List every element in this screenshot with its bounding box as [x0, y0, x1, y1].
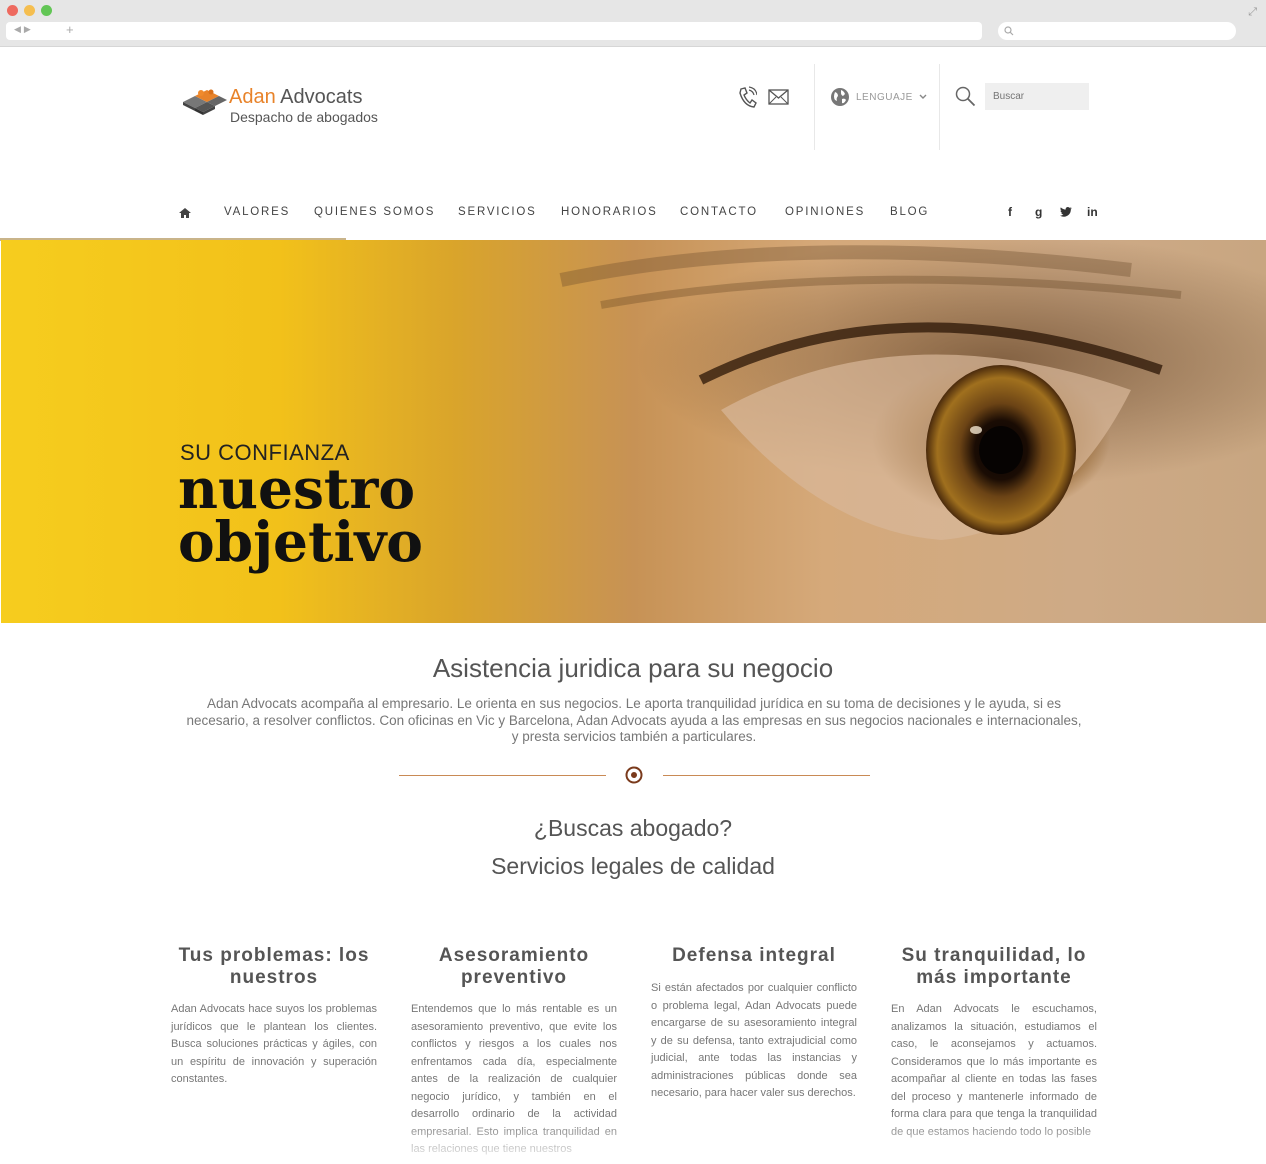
service-title: Su tranquilidad, lo más importante — [901, 945, 1087, 988]
divider-line-right — [663, 775, 870, 776]
nav-item-blog[interactable]: BLOG — [890, 206, 929, 218]
brand-tagline: Despacho de abogados — [230, 109, 378, 125]
google-plus-icon[interactable]: g — [1035, 205, 1042, 219]
header-divider — [814, 64, 815, 150]
fullscreen-icon[interactable]: ⤢ — [1248, 5, 1257, 19]
nav-item-honorarios[interactable]: HONORARIOS — [561, 206, 658, 218]
twitter-icon[interactable] — [1060, 207, 1072, 217]
puzzle-logo-icon — [183, 89, 227, 115]
header-divider — [939, 64, 940, 150]
maximize-window-dot[interactable] — [41, 5, 52, 16]
browser-chrome: ⤢ ◀▶ + — [0, 0, 1266, 47]
service-text: Adan Advocats hace suyos los problemas j… — [171, 1003, 377, 1085]
service-title: Defensa integral — [672, 945, 836, 966]
address-bar[interactable]: ◀▶ + — [6, 22, 982, 40]
nav-item-servicios[interactable]: SERVICIOS — [458, 206, 537, 218]
brand-name-accent: Adan — [229, 86, 276, 108]
hero-title-line-1: nuestro — [178, 456, 415, 521]
bottom-fade — [0, 1120, 1266, 1164]
close-window-dot[interactable] — [7, 5, 18, 16]
back-forward-icons[interactable]: ◀▶ — [14, 25, 34, 35]
main-nav: VALORES QUIENES SOMOS SERVICIOS HONORARI… — [176, 204, 1106, 224]
brand-name-main: Advocats — [280, 86, 363, 108]
hero-title-line-2: objetivo — [178, 509, 423, 574]
browser-search-bar[interactable] — [998, 22, 1236, 40]
nav-item-quienes-somos[interactable]: QUIENES SOMOS — [314, 206, 435, 218]
facebook-icon[interactable]: f — [1008, 205, 1012, 219]
service-column: Defensa integral Si están afectados por … — [651, 945, 857, 1103]
nav-item-contacto[interactable]: CONTACTO — [680, 206, 758, 218]
target-icon — [625, 766, 643, 784]
brand-name: Adan Advocats — [229, 86, 362, 109]
search-icon[interactable] — [955, 86, 976, 107]
search-icon — [1004, 26, 1014, 36]
nav-item-valores[interactable]: VALORES — [224, 206, 290, 218]
intro-title: Asistencia juridica para su negocio — [432, 653, 834, 683]
service-title: Tus problemas: los nuestros — [178, 945, 370, 988]
chevron-down-icon — [919, 94, 927, 99]
phone-icon[interactable] — [737, 86, 757, 108]
service-column: Su tranquilidad, lo más importante En Ad… — [891, 945, 1097, 1141]
divider-line-left — [399, 775, 606, 776]
language-selector[interactable]: LENGUAJE — [830, 87, 927, 107]
nav-item-opiniones[interactable]: OPINIONES — [785, 206, 865, 218]
service-title: Asesoramiento preventivo — [438, 945, 590, 988]
globe-icon — [831, 88, 849, 106]
linkedin-icon[interactable]: in — [1087, 205, 1098, 219]
intro-text: Adan Advocats acompaña al empresario. Le… — [186, 696, 1082, 744]
language-label: LENGUAJE — [856, 91, 913, 103]
home-icon[interactable] — [179, 208, 191, 218]
service-column: Tus problemas: los nuestros Adan Advocat… — [171, 945, 377, 1089]
hero-title: nuestro objetivo — [178, 456, 423, 574]
email-icon[interactable] — [768, 89, 789, 105]
new-tab-icon[interactable]: + — [66, 22, 74, 37]
minimize-window-dot[interactable] — [24, 5, 35, 16]
service-text: Si están afectados por cualquier conflic… — [651, 982, 857, 1099]
services-subtitle: Servicios legales de calidad — [491, 853, 775, 879]
search-input[interactable] — [985, 83, 1089, 110]
services-question: ¿Buscas abogado? — [533, 815, 733, 841]
